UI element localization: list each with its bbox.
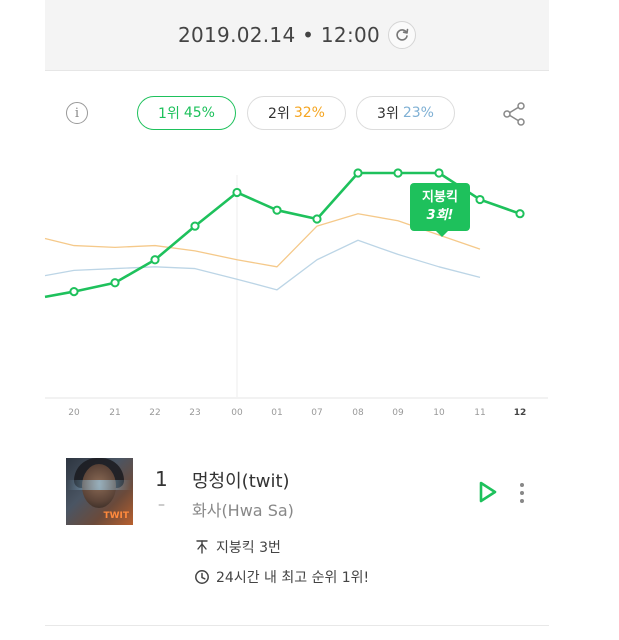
info-button[interactable]: i xyxy=(66,102,88,124)
pill-percent: 32% xyxy=(293,105,325,121)
share-icon xyxy=(503,102,525,126)
x-tick-label: 08 xyxy=(352,408,364,418)
clock-icon xyxy=(195,570,209,584)
peak-count-text: 지붕킥 3번 xyxy=(216,540,281,556)
tooltip-line-1: 지붕킥 xyxy=(422,190,458,205)
data-point[interactable] xyxy=(150,255,160,265)
best-rank-row: 24시간 내 최고 순위 1위! xyxy=(194,567,369,587)
x-tick-label: 21 xyxy=(109,408,120,418)
x-tick-label: 20 xyxy=(68,408,80,418)
rank-3-share-pill[interactable]: 3위 23% xyxy=(356,96,455,130)
play-button[interactable] xyxy=(477,480,499,504)
tooltip-line-2: 3회! xyxy=(426,208,454,223)
x-tick-label: 10 xyxy=(433,408,445,418)
pill-rank-label: 2위 xyxy=(268,106,290,122)
peak-tooltip: 지붕킥 3회! xyxy=(410,183,470,237)
data-point[interactable] xyxy=(69,286,79,297)
data-point[interactable] xyxy=(312,214,322,224)
rank-1-share-pill[interactable]: 1위 45% xyxy=(137,96,236,130)
data-point[interactable] xyxy=(475,194,485,205)
album-art-text: TWIT xyxy=(103,511,129,521)
data-point[interactable] xyxy=(232,187,242,198)
rank-share-chart: 20 21 22 23 00 01 07 08 09 10 11 12 xyxy=(44,168,548,418)
divider xyxy=(45,625,549,626)
x-tick-label: 00 xyxy=(231,408,243,418)
data-point[interactable] xyxy=(272,205,282,215)
x-tick-label: 09 xyxy=(392,408,404,418)
x-tick-label: 07 xyxy=(311,408,322,418)
info-icon: i xyxy=(74,105,80,121)
album-art[interactable]: TWIT xyxy=(66,458,133,525)
pill-percent: 23% xyxy=(402,105,434,121)
rank-2-share-pill[interactable]: 2위 32% xyxy=(247,96,346,130)
pill-rank-label: 1위 xyxy=(158,106,180,122)
x-tick-label: 11 xyxy=(474,408,485,418)
x-tick-label: 12 xyxy=(514,408,527,418)
data-point[interactable] xyxy=(515,209,525,219)
more-vertical-icon xyxy=(520,483,524,503)
song-title[interactable]: 멍청이(twit) xyxy=(192,467,290,493)
share-button[interactable] xyxy=(501,101,527,127)
data-point[interactable] xyxy=(110,278,120,288)
data-point[interactable] xyxy=(190,221,200,231)
peak-icon xyxy=(196,540,208,554)
data-point[interactable] xyxy=(393,168,403,178)
play-icon xyxy=(479,481,497,503)
more-options-button[interactable] xyxy=(514,481,530,505)
pill-rank-label: 3위 xyxy=(377,106,399,122)
song-rank: 1 xyxy=(155,467,168,491)
best-rank-text: 24시간 내 최고 순위 1위! xyxy=(216,570,370,586)
chart-datetime: 2019.02.14 • 12:00 xyxy=(177,23,381,47)
x-tick-label: 01 xyxy=(271,408,282,418)
refresh-icon xyxy=(396,28,409,41)
x-tick-label: 22 xyxy=(149,408,160,418)
data-point[interactable] xyxy=(434,168,444,178)
chart-time-header: 2019.02.14 • 12:00 xyxy=(45,0,549,71)
rank-change: – xyxy=(158,497,165,513)
artist-name[interactable]: 화사(Hwa Sa) xyxy=(192,497,294,521)
data-point[interactable] xyxy=(353,168,363,178)
x-tick-label: 23 xyxy=(189,408,200,418)
peak-count-row: 지붕킥 3번 xyxy=(194,537,281,557)
refresh-button[interactable] xyxy=(388,21,417,49)
pill-percent: 45% xyxy=(183,105,215,121)
